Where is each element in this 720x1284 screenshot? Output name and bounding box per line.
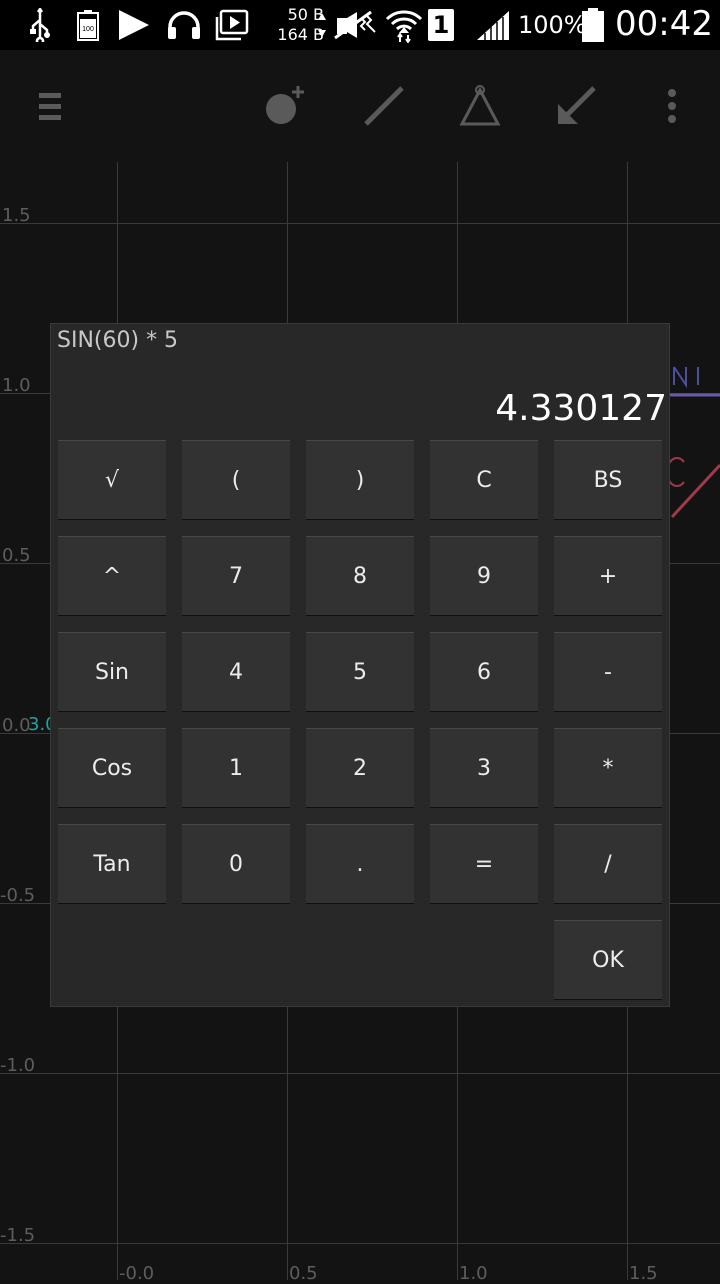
line-tool-icon[interactable] [354,75,414,137]
y-axis-label: 1.5 [2,205,31,226]
media-upload-icon [212,0,252,50]
svg-text:100: 100 [82,26,94,33]
status-bar: 100 50 B 164 B 1 100% 00:42 [0,0,720,50]
clock: 00:42 [615,4,713,44]
ok-button[interactable]: OK [554,920,662,1000]
play-icon [114,0,154,50]
key-clear[interactable]: C [430,440,538,520]
battery-100-notification-icon: 100 [74,0,102,50]
key-plus[interactable]: + [554,536,662,616]
key-6[interactable]: 6 [430,632,538,712]
headphones-icon [164,0,204,50]
key-7[interactable]: 7 [182,536,290,616]
x-axis-label: 1.0 [459,1263,488,1284]
key-1[interactable]: 1 [182,728,290,808]
x-axis-label: 0.5 [289,1263,318,1284]
y-axis-label: -0.5 [0,885,36,906]
battery-icon [580,0,606,50]
add-point-icon[interactable] [256,75,316,137]
key-9[interactable]: 9 [430,536,538,616]
mute-icon [330,0,378,50]
key-2[interactable]: 2 [306,728,414,808]
arrow-tool-icon[interactable] [546,75,606,137]
x-axis-label: 1.5 [629,1263,658,1284]
y-axis-label: -1.5 [0,1225,36,1246]
y-axis-label: 0.5 [2,545,31,566]
key-tan[interactable]: Tan [58,824,166,904]
overflow-menu-icon[interactable] [642,75,702,137]
key-backspace[interactable]: BS [554,440,662,520]
key-cos[interactable]: Cos [58,728,166,808]
y-axis-label: 1.0 [2,375,31,396]
key-decimal[interactable]: . [306,824,414,904]
result-display: 4.330127 [495,388,667,429]
battery-percent: 100% [518,11,587,39]
key-equals[interactable]: = [430,824,538,904]
signal-icon [474,0,512,50]
key-minus[interactable]: - [554,632,662,712]
y-axis-label: 0.0 [2,715,31,736]
key-close-paren[interactable]: ) [306,440,414,520]
x-axis-label: -0.0 [119,1263,155,1284]
key-4[interactable]: 4 [182,632,290,712]
grid-line [0,1243,720,1244]
key-multiply[interactable]: * [554,728,662,808]
key-0[interactable]: 0 [182,824,290,904]
grid-line [0,223,720,224]
sim-slot-icon: 1 [426,0,456,50]
calculator-dialog: SIN(60) * 5 4.330127 √ ( ) C BS ^ 7 8 9 … [50,323,670,1007]
partial-graph-objects [666,366,720,519]
key-5[interactable]: 5 [306,632,414,712]
usb-icon [24,0,56,50]
key-sqrt[interactable]: √ [58,440,166,520]
key-open-paren[interactable]: ( [182,440,290,520]
menu-icon[interactable] [20,75,80,137]
wifi-icon [384,0,424,50]
key-power[interactable]: ^ [58,536,166,616]
key-sin[interactable]: Sin [58,632,166,712]
key-3[interactable]: 3 [430,728,538,808]
expression-display[interactable]: SIN(60) * 5 [57,328,178,353]
triangle-tool-icon[interactable] [450,75,510,137]
key-divide[interactable]: / [554,824,662,904]
sim-slot-number: 1 [428,9,454,41]
y-axis-label: -1.0 [0,1055,36,1076]
traffic-arrows-icon [316,0,328,50]
key-8[interactable]: 8 [306,536,414,616]
grid-line [0,1073,720,1074]
